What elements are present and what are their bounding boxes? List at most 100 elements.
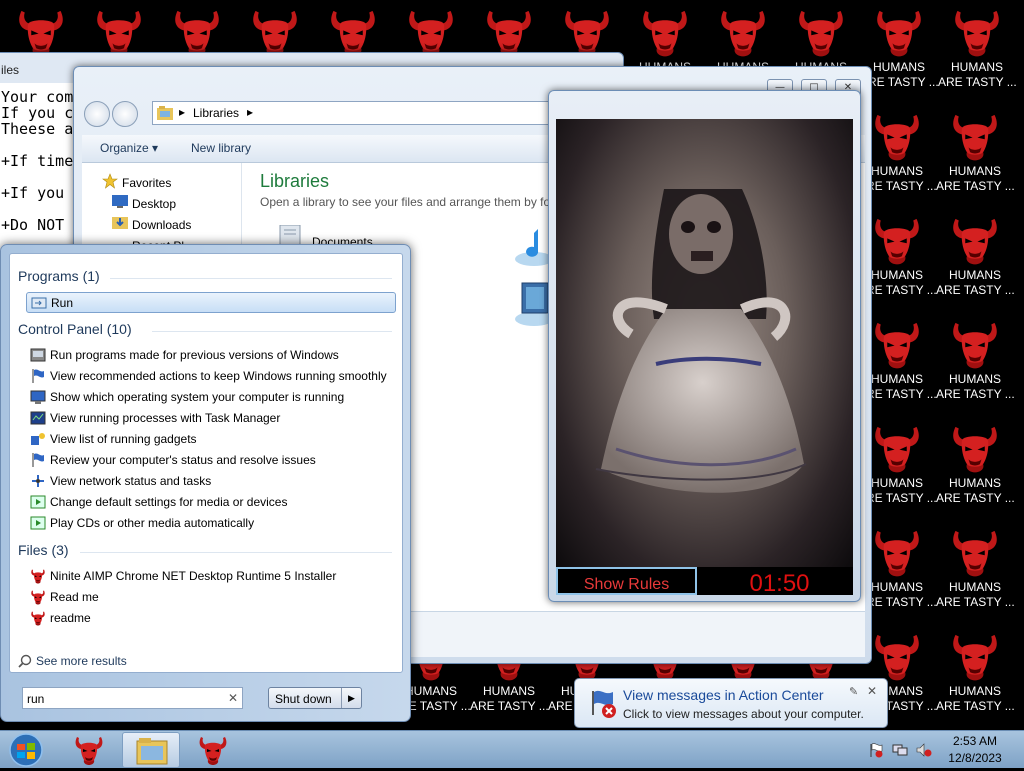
desktop-icon-demon[interactable]: HUMANSARE TASTY ... [936, 630, 1014, 730]
documents-library-icon[interactable] [276, 225, 306, 245]
result-file-item[interactable]: Read me [26, 587, 396, 608]
volume-muted-tray-icon[interactable] [916, 742, 932, 758]
separator [152, 331, 392, 332]
demon-icon [953, 530, 997, 577]
taskbar-demon-app-1[interactable] [60, 732, 118, 768]
demon-icon [721, 10, 765, 57]
desktop-icon-label: ARE TASTY ... [936, 283, 1014, 297]
result-file-item[interactable]: Ninite AIMP Chrome NET Desktop Runtime 5… [26, 566, 396, 587]
separator [80, 552, 392, 553]
result-label: Run [51, 296, 74, 310]
result-label: View list of running gadgets [50, 432, 197, 446]
desktop-icon-label: ARE TASTY ... [936, 387, 1014, 401]
taskbar-explorer[interactable] [122, 732, 180, 768]
start-search-input[interactable]: run [22, 687, 243, 709]
desktop-icon-demon[interactable]: HUMANSARE TASTY ... [936, 526, 1014, 630]
notepad-text: Your com If you c Theese a +If time +If … [1, 88, 74, 234]
demon-icon [799, 10, 843, 57]
desktop-icon-demon[interactable]: HUMANSARE TASTY ... [936, 110, 1014, 214]
result-label: View running processes with Task Manager [50, 411, 281, 425]
desktop-icon-demon[interactable]: HUMANSARE TASTY ... [938, 6, 1016, 110]
demon-icon [253, 10, 297, 57]
content-title: Libraries [260, 171, 330, 191]
flag-icon [32, 369, 44, 383]
desktop-icon-demon[interactable]: HUMANSARE TASTY ... [936, 318, 1014, 422]
shut-down-button[interactable]: Shut down ▶ [268, 687, 362, 709]
demon-icon [875, 218, 919, 265]
action-center-tray-icon[interactable] [868, 742, 884, 758]
countdown-timer: 01:50 [749, 570, 810, 595]
flag-icon [32, 453, 44, 467]
nav-favorites[interactable]: Favorites [122, 176, 171, 190]
nav-downloads[interactable]: Downloads [132, 218, 191, 232]
demon-icon [409, 10, 453, 57]
desktop-icon-label: HUMANS [948, 476, 1001, 490]
result-run[interactable]: Run [26, 292, 396, 313]
network-tray-icon[interactable] [892, 742, 908, 758]
result-control-panel-item[interactable]: View list of running gadgets [26, 429, 396, 450]
demon-icon [75, 737, 103, 765]
toast-options-icon[interactable]: ✎ [849, 685, 858, 698]
result-control-panel-item[interactable]: Show which operating system your compute… [26, 387, 396, 408]
demon-icon [953, 114, 997, 161]
breadcrumb-libraries[interactable]: Libraries [193, 106, 239, 120]
new-library-button[interactable]: New library [191, 141, 251, 155]
desktop-icon-demon[interactable]: HUMANSARE TASTY ... [936, 422, 1014, 526]
taskbar-demon-app-2[interactable] [184, 732, 242, 768]
demon-icon [953, 426, 997, 473]
breadcrumb-arrow-icon[interactable]: ▸ [247, 105, 253, 119]
result-control-panel-item[interactable]: View recommended actions to keep Windows… [26, 366, 396, 387]
demon-icon [19, 10, 63, 57]
result-control-panel-item[interactable]: Play CDs or other media automatically [26, 513, 396, 534]
result-control-panel-item[interactable]: Review your computer's status and resolv… [26, 450, 396, 471]
demon-icon [955, 10, 999, 57]
result-label: Read me [50, 590, 99, 604]
organize-button[interactable]: Organize ▾ [100, 141, 158, 155]
magnifier-icon [18, 654, 32, 668]
result-control-panel-item[interactable]: Change default settings for media or dev… [26, 492, 396, 513]
result-label: Play CDs or other media automatically [50, 516, 255, 530]
address-bar[interactable]: ▸ Libraries ▸ [152, 101, 552, 125]
result-control-panel-item[interactable]: Run programs made for previous versions … [26, 345, 396, 366]
result-file-item[interactable]: readme [26, 608, 396, 629]
content-subtitle: Open a library to see your files and arr… [260, 195, 553, 209]
nav-desktop[interactable]: Desktop [132, 197, 176, 211]
back-button[interactable] [84, 101, 110, 127]
result-label: View recommended actions to keep Windows… [50, 369, 387, 383]
start-menu[interactable]: Programs (1) Run Control Panel (10) Run … [0, 244, 411, 722]
network-icon [32, 475, 44, 487]
toast-title[interactable]: View messages in Action Center [623, 687, 824, 703]
notepad-title: iles [1, 63, 20, 77]
demon-icon [199, 737, 227, 765]
timer-window[interactable]: Show Rules 01:50 [548, 90, 861, 602]
search-results: Programs (1) Run Control Panel (10) Run … [9, 253, 403, 673]
desktop-icon-label: HUMANS [948, 164, 1001, 178]
demon-icon [953, 218, 997, 265]
start-button[interactable] [6, 732, 46, 768]
demon-icon [875, 634, 919, 681]
result-label: Ninite AIMP Chrome NET Desktop Runtime 5… [50, 569, 337, 583]
clock-date: 12/8/2023 [948, 751, 1002, 765]
gadgets-icon [31, 433, 45, 445]
demon-icon [31, 590, 45, 605]
desktop-icon-demon[interactable]: HUMANSARE TASTY ... [936, 214, 1014, 318]
show-rules-button[interactable]: Show Rules [556, 567, 697, 595]
desktop-icon-label: HUMANS [948, 372, 1001, 386]
shut-down-options-arrow-icon[interactable]: ▶ [341, 688, 361, 708]
result-control-panel-item[interactable]: View network status and tasks [26, 471, 396, 492]
compatibility-icon [30, 348, 46, 362]
toast-close-icon[interactable]: ✕ [867, 684, 877, 698]
clear-search-icon[interactable]: ✕ [225, 689, 241, 707]
see-more-label: See more results [36, 654, 127, 668]
demon-icon [953, 322, 997, 369]
system-clock[interactable]: 2:53 AM 12/8/2023 [940, 733, 1010, 767]
see-more-results-link[interactable]: See more results [18, 654, 127, 668]
programs-header: Programs (1) [18, 268, 100, 284]
clock-time: 2:53 AM [952, 734, 998, 748]
search-value: run [27, 692, 45, 706]
forward-button[interactable] [112, 101, 138, 127]
windows-logo-icon [9, 733, 43, 767]
result-control-panel-item[interactable]: View running processes with Task Manager [26, 408, 396, 429]
action-center-notification[interactable]: View messages in Action Center Click to … [574, 678, 888, 728]
desktop-icon-label: HUMANS [948, 684, 1001, 698]
